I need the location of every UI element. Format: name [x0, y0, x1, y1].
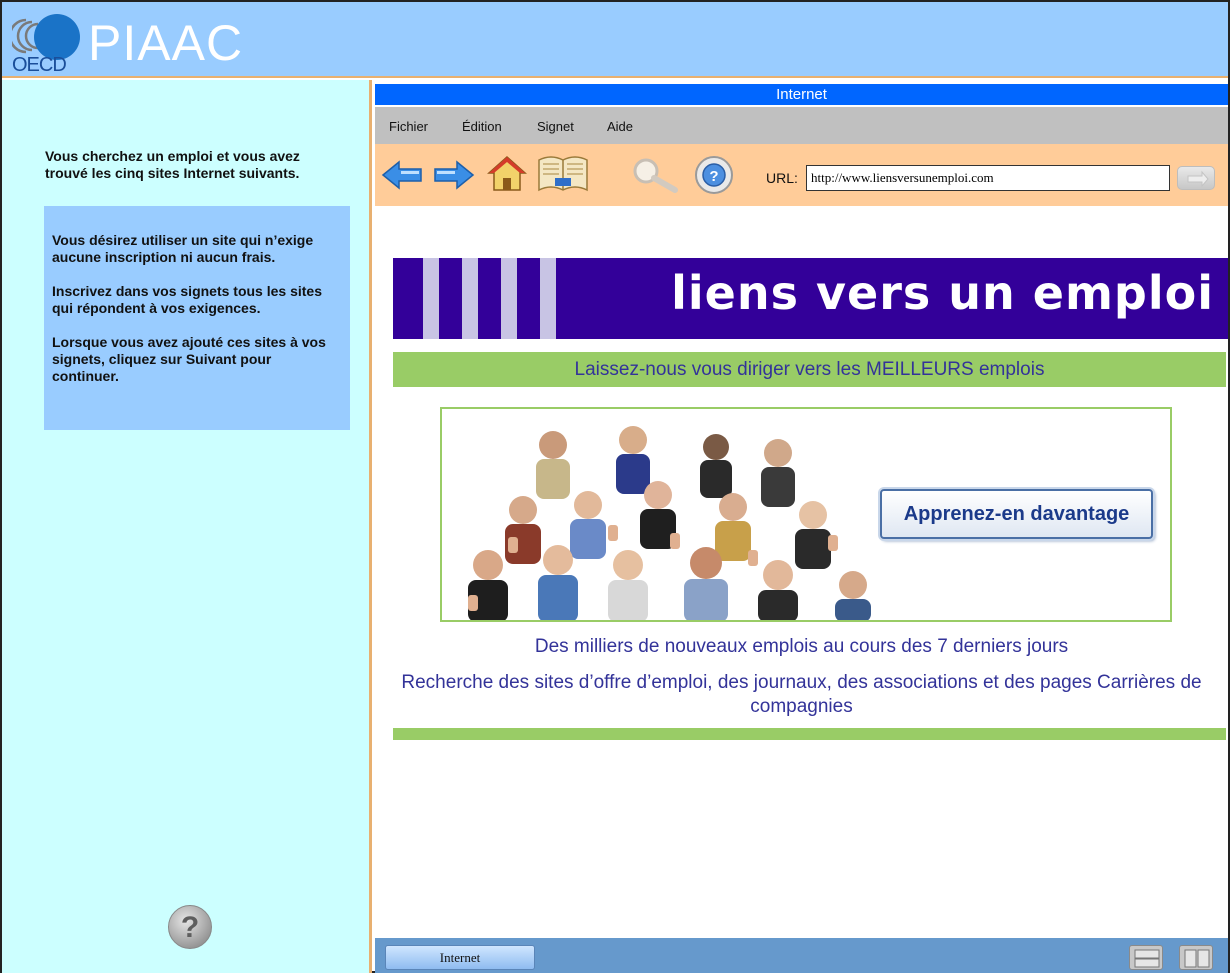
intro-text: Vous cherchez un emploi et vous avez tro…: [45, 148, 300, 181]
taskbar: Internet: [375, 938, 1228, 973]
search-magnifier-icon[interactable]: [631, 156, 681, 194]
brand-title: PIAAC: [88, 15, 244, 71]
back-arrow-icon[interactable]: [381, 160, 423, 190]
task-paragraph-1: Vous désirez utiliser un site qui n’exig…: [52, 232, 314, 265]
banner-stripe: [462, 258, 478, 339]
help-lifebuoy-icon[interactable]: ?: [693, 154, 735, 196]
promo-text-2: Recherche des sites d’offre d’emploi, de…: [401, 672, 1202, 717]
banner-stripe: [423, 258, 439, 339]
browser-window: Internet Fichier Édition Signet Aide ? U…: [375, 80, 1228, 973]
hero-section: Apprenez-en davantage: [440, 407, 1172, 622]
browser-toolbar: ? URL: http://www.liensversunemploi.com: [375, 144, 1228, 206]
split-vertical-icon: [1184, 949, 1210, 968]
banner-stripe: [540, 258, 556, 339]
web-page-content: liens vers un emploi Laissez-nous vous d…: [375, 206, 1228, 938]
app-window: OECD PIAAC Vous cherchez un emploi et vo…: [0, 0, 1230, 973]
svg-text:?: ?: [709, 168, 718, 185]
menu-aide[interactable]: Aide: [607, 119, 633, 134]
go-arrow-icon: [1187, 170, 1209, 188]
home-icon[interactable]: [487, 154, 527, 192]
site-title: liens vers un emploi: [671, 266, 1214, 320]
go-button[interactable]: [1177, 166, 1215, 190]
crowd-photo: [448, 415, 894, 620]
url-label: URL:: [766, 170, 798, 186]
menu-edition[interactable]: Édition: [462, 119, 502, 134]
help-button[interactable]: ?: [168, 905, 212, 949]
task-box: Vous désirez utiliser un site qui n’exig…: [44, 206, 350, 430]
banner-stripe: [501, 258, 517, 339]
site-tagline: Laissez-nous vous diriger vers les MEILL…: [393, 352, 1226, 387]
task-paragraph-2: Inscrivez dans vos signets tous les site…: [52, 283, 322, 316]
oecd-logo-text: OECD: [12, 54, 67, 76]
promo-text-1: Des milliers de nouveaux emplois au cour…: [534, 636, 1069, 657]
site-banner: liens vers un emploi: [393, 258, 1228, 339]
menu-fichier[interactable]: Fichier: [389, 119, 428, 134]
split-horizontal-icon: [1134, 949, 1160, 968]
layout-horizontal-button[interactable]: [1129, 945, 1163, 970]
url-input[interactable]: http://www.liensversunemploi.com: [806, 165, 1170, 191]
page-footer-bar: [393, 728, 1226, 740]
task-paragraph-3: Lorsque vous avez ajouté ces sites à vos…: [52, 334, 326, 384]
instruction-panel: Vous cherchez un emploi et vous avez tro…: [2, 80, 372, 973]
app-header: OECD PIAAC: [2, 2, 1228, 78]
learn-more-button[interactable]: Apprenez-en davantage: [880, 489, 1153, 539]
menu-bar: Fichier Édition Signet Aide: [375, 107, 1228, 144]
browser-title-bar: Internet: [375, 84, 1228, 105]
forward-arrow-icon[interactable]: [433, 160, 475, 190]
bookmarks-book-icon[interactable]: [535, 152, 591, 194]
taskbar-internet-tab[interactable]: Internet: [385, 945, 535, 970]
oecd-logo: OECD: [12, 8, 80, 76]
menu-signet[interactable]: Signet: [537, 119, 574, 134]
layout-vertical-button[interactable]: [1179, 945, 1213, 970]
